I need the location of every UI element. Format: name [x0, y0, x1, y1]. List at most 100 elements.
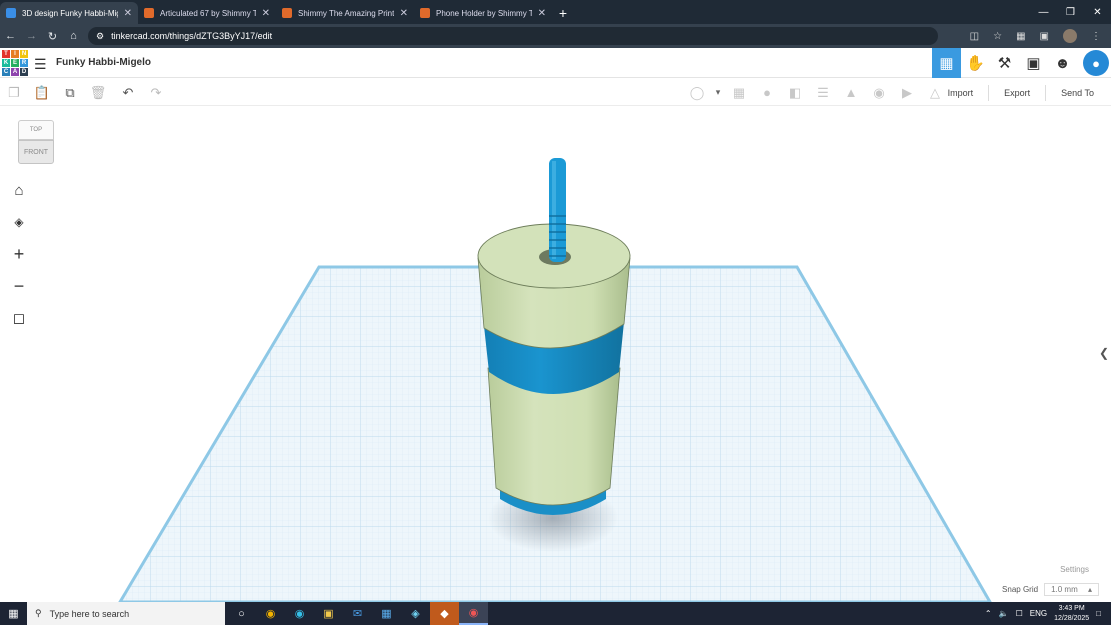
slicer-icon[interactable]: ◆ — [430, 602, 459, 625]
perspective-cube-icon[interactable]: ◻ — [5, 304, 33, 332]
mail-icon[interactable]: ✉ — [343, 602, 372, 625]
delete-icon[interactable]: 🗑 — [84, 79, 112, 106]
hand-icon[interactable]: ✋ — [961, 48, 990, 78]
chevron-up-icon[interactable]: ▴ — [1088, 585, 1092, 594]
3d-scene[interactable] — [0, 106, 1111, 602]
tab-title: Articulated 67 by Shimmy The A — [160, 8, 256, 18]
mirror-icon[interactable]: ▲ — [837, 79, 865, 106]
zoom-out-icon[interactable]: − — [5, 272, 33, 300]
cruise-icon[interactable]: ◉ — [865, 79, 893, 106]
snap-grid: Snap Grid 1.0 mm ▴ — [1002, 583, 1099, 596]
snap-grid-select[interactable]: 1.0 mm ▴ — [1044, 583, 1099, 596]
dropdown-caret-icon[interactable]: ▾ — [711, 79, 725, 106]
tinkercad-logo[interactable]: TIN KER CAD — [2, 50, 28, 76]
window-controls: — ❒ ✕ — [1030, 0, 1111, 24]
extensions-icon[interactable]: ▦ — [1016, 31, 1025, 42]
app-icon[interactable]: ◈ — [401, 602, 430, 625]
restore-button[interactable]: ❒ — [1057, 0, 1084, 24]
browser-tab-1[interactable]: Articulated 67 by Shimmy The A ✕ — [138, 2, 276, 24]
home-view-icon[interactable]: ⌂ — [5, 176, 33, 204]
volume-icon[interactable]: 🔈 — [999, 609, 1009, 618]
avatar-icon[interactable]: ● — [1083, 50, 1109, 76]
close-tab-icon[interactable]: ✕ — [124, 8, 132, 19]
back-button[interactable]: ← — [0, 24, 21, 48]
paste-icon[interactable]: 📋 — [28, 79, 56, 106]
pickaxe-icon[interactable]: ⚒ — [990, 48, 1019, 78]
export-button[interactable]: Export — [993, 82, 1041, 104]
duplicate-icon[interactable]: ⧉ — [56, 79, 84, 106]
group-icon[interactable]: ● — [753, 79, 781, 106]
threaded-rod[interactable] — [549, 158, 566, 262]
redo-icon[interactable]: ↷ — [142, 79, 170, 106]
reload-button[interactable]: ↻ — [42, 24, 63, 48]
profile-avatar[interactable] — [1063, 29, 1077, 43]
divider — [988, 84, 990, 101]
ungroup-icon[interactable]: ◧ — [781, 79, 809, 106]
install-app-icon[interactable]: ◫ — [970, 31, 979, 42]
network-icon[interactable]: ☐ — [1016, 609, 1023, 618]
minimize-button[interactable]: — — [1030, 0, 1057, 24]
forward-button[interactable]: → — [21, 24, 42, 48]
windows-start-icon[interactable]: ▦ — [0, 602, 27, 625]
tray-chevron-icon[interactable]: ⌃ — [985, 609, 992, 618]
align-icon[interactable]: ☰ — [809, 79, 837, 106]
snap-grid-value[interactable]: 1.0 mm — [1051, 585, 1078, 594]
undo-icon[interactable]: ↶ — [114, 79, 142, 106]
home-button[interactable]: ⌂ — [63, 24, 84, 48]
url-text[interactable]: tinkercad.com/things/dZTG3ByYJ17/edit — [111, 31, 272, 41]
snap-grid-label: Snap Grid — [1002, 585, 1039, 594]
import-button[interactable]: Import — [937, 82, 985, 104]
chrome-icon[interactable]: ◉ — [256, 602, 285, 625]
design-name[interactable]: Funky Habbi-Migelo — [56, 57, 151, 68]
view-cube[interactable]: TOP FRONT — [18, 120, 54, 164]
browser-extensions: ◫ ☆ ▦ ▣ ⋮ — [970, 24, 1101, 48]
language-indicator[interactable]: ENG — [1030, 609, 1047, 618]
edge-icon[interactable]: ◉ — [285, 602, 314, 625]
new-tab-button[interactable]: + — [552, 2, 574, 24]
close-tab-icon[interactable]: ✕ — [400, 8, 408, 19]
zoom-in-icon[interactable]: + — [5, 240, 33, 268]
logo-tile: N — [20, 50, 28, 58]
note-icon[interactable]: ▦ — [725, 79, 753, 106]
add-user-icon[interactable]: ☻ — [1048, 48, 1077, 78]
close-window-button[interactable]: ✕ — [1084, 0, 1111, 24]
cortana-icon[interactable]: ○ — [227, 602, 256, 625]
logo-tile: R — [20, 59, 28, 67]
workplane-viewport[interactable]: TOP FRONT ⌂ ◈ + − ◻ ❮ Settings Snap Grid… — [0, 106, 1111, 602]
browser-tab-0[interactable]: 3D design Funky Habbi-Migelo ✕ — [0, 2, 138, 24]
site-info-icon[interactable]: ⚙ — [96, 31, 104, 42]
clock[interactable]: 3:43 PM 12/28/2025 — [1054, 604, 1089, 624]
notification-icon[interactable]: □ — [1096, 609, 1101, 618]
collapse-panel-icon[interactable]: ❮ — [1099, 346, 1109, 360]
view-cube-front[interactable]: FRONT — [18, 140, 54, 164]
chrome-active-icon[interactable]: ◉ — [459, 602, 488, 625]
grid-view-icon[interactable]: ▦ — [932, 48, 961, 78]
browser-toolbar: ← → ↻ ⌂ ⚙ tinkercad.com/things/dZTG3ByYJ… — [0, 24, 1111, 48]
taskbar-apps: ○ ◉ ◉ ▣ ✉ ▦ ◈ ◆ ◉ — [227, 602, 488, 625]
view-cube-top[interactable]: TOP — [18, 120, 54, 140]
app-header: TIN KER CAD ☰ Funky Habbi-Migelo ▦ ✋ ⚒ ▣ ☻… — [0, 48, 1111, 78]
browser-tab-3[interactable]: Phone Holder by Shimmy The A ✕ — [414, 2, 552, 24]
search-placeholder[interactable]: Type here to search — [50, 609, 130, 619]
close-tab-icon[interactable]: ✕ — [262, 8, 270, 19]
workplane-icon[interactable]: ▶ — [893, 79, 921, 106]
taskbar-search[interactable]: ⚲ Type here to search — [27, 602, 225, 625]
send-to-button[interactable]: Send To — [1050, 82, 1105, 104]
copy-icon[interactable]: ❐ — [0, 79, 28, 106]
search-icon: ⚲ — [35, 608, 42, 618]
fit-view-icon[interactable]: ◈ — [5, 208, 33, 236]
store-icon[interactable]: ▦ — [372, 602, 401, 625]
settings-button[interactable]: Settings — [1060, 565, 1089, 574]
design-menu-icon[interactable]: ☰ — [34, 56, 47, 73]
file-explorer-icon[interactable]: ▣ — [314, 602, 343, 625]
address-bar[interactable]: ⚙ tinkercad.com/things/dZTG3ByYJ17/edit — [88, 27, 938, 45]
bookmark-star-icon[interactable]: ☆ — [993, 31, 1002, 42]
logo-tile: T — [2, 50, 10, 58]
browser-tab-2[interactable]: Shimmy The Amazing Printer | … ✕ — [276, 2, 414, 24]
close-tab-icon[interactable]: ✕ — [538, 8, 546, 19]
bricks-icon[interactable]: ▣ — [1019, 48, 1048, 78]
split-view-icon[interactable]: ▣ — [1040, 31, 1049, 42]
light-bulb-icon[interactable]: ◯ — [683, 79, 711, 106]
toolbar-left: ❐ 📋 ⧉ 🗑 ↶ ↷ — [0, 79, 170, 106]
browser-menu-icon[interactable]: ⋮ — [1091, 31, 1101, 42]
